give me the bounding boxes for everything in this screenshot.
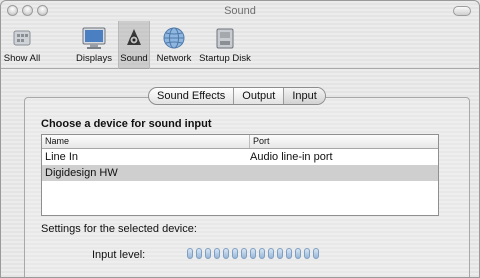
toolbar-label-show-all: Show All — [3, 53, 41, 64]
close-window-button[interactable] — [7, 5, 18, 16]
input-level-segment — [277, 248, 283, 259]
toolbar-toggle-button[interactable] — [453, 6, 471, 16]
input-level-segment — [223, 248, 229, 259]
input-level-meter — [187, 248, 319, 259]
startup-disk-icon — [216, 28, 234, 49]
toolbar-startup-disk[interactable]: Startup Disk — [197, 21, 253, 69]
input-level-segment — [268, 248, 274, 259]
input-level-segment — [295, 248, 301, 259]
input-level-segment — [286, 248, 292, 259]
title-bar[interactable]: Sound — [1, 1, 479, 21]
toolbar-displays[interactable]: Displays — [73, 21, 115, 69]
settings-for-device-label: Settings for the selected device: — [41, 223, 197, 235]
zoom-window-button[interactable] — [37, 5, 48, 16]
toolbar-label-startup-disk: Startup Disk — [199, 53, 251, 64]
device-port-cell: Audio line-in port — [250, 151, 333, 163]
column-header-port[interactable]: Port — [249, 135, 270, 148]
device-name-cell: Line In — [45, 151, 79, 163]
device-name-cell: Digidesign HW — [45, 167, 118, 179]
input-level-segment — [250, 248, 256, 259]
toolbar-label-sound: Sound — [120, 53, 148, 64]
input-level-segment — [196, 248, 202, 259]
table-row-digidesign-hw[interactable]: Digidesign HW — [42, 165, 438, 181]
preferences-toolbar: Show All Displays Sound Network Startup … — [1, 21, 479, 69]
toolbar-network[interactable]: Network — [153, 21, 195, 69]
network-icon — [163, 27, 185, 49]
input-level-segment — [313, 248, 319, 259]
toolbar-label-displays: Displays — [76, 53, 112, 64]
tab-input[interactable]: Input — [284, 88, 325, 104]
input-level-segment — [232, 248, 238, 259]
tab-output[interactable]: Output — [234, 88, 285, 104]
input-level-segment — [187, 248, 193, 259]
window-title: Sound — [224, 5, 256, 17]
input-level-segment — [259, 248, 265, 259]
show-all-icon — [13, 30, 31, 46]
table-header: Name Port — [42, 135, 438, 149]
toolbar-label-network: Network — [156, 53, 192, 64]
device-section-title: Choose a device for sound input — [41, 118, 212, 130]
sound-icon — [127, 29, 141, 45]
input-level-segment — [214, 248, 220, 259]
toolbar-show-all[interactable]: Show All — [3, 21, 41, 69]
tab-bar: Sound Effects Output Input — [148, 87, 326, 105]
minimize-window-button[interactable] — [22, 5, 33, 16]
table-row-line-in[interactable]: Line In Audio line-in port — [42, 149, 438, 165]
sound-preferences-window: Sound Show All Displays Sound Network St… — [0, 0, 480, 278]
toolbar-sound[interactable]: Sound — [118, 21, 150, 69]
input-device-table[interactable]: Name Port Line In Audio line-in port Dig… — [41, 134, 439, 216]
displays-icon — [82, 27, 106, 49]
tab-sound-effects[interactable]: Sound Effects — [149, 88, 235, 104]
input-level-segment — [205, 248, 211, 259]
input-level-segment — [304, 248, 310, 259]
input-level-label: Input level: — [92, 249, 146, 261]
input-level-segment — [241, 248, 247, 259]
column-header-name[interactable]: Name — [45, 135, 69, 148]
